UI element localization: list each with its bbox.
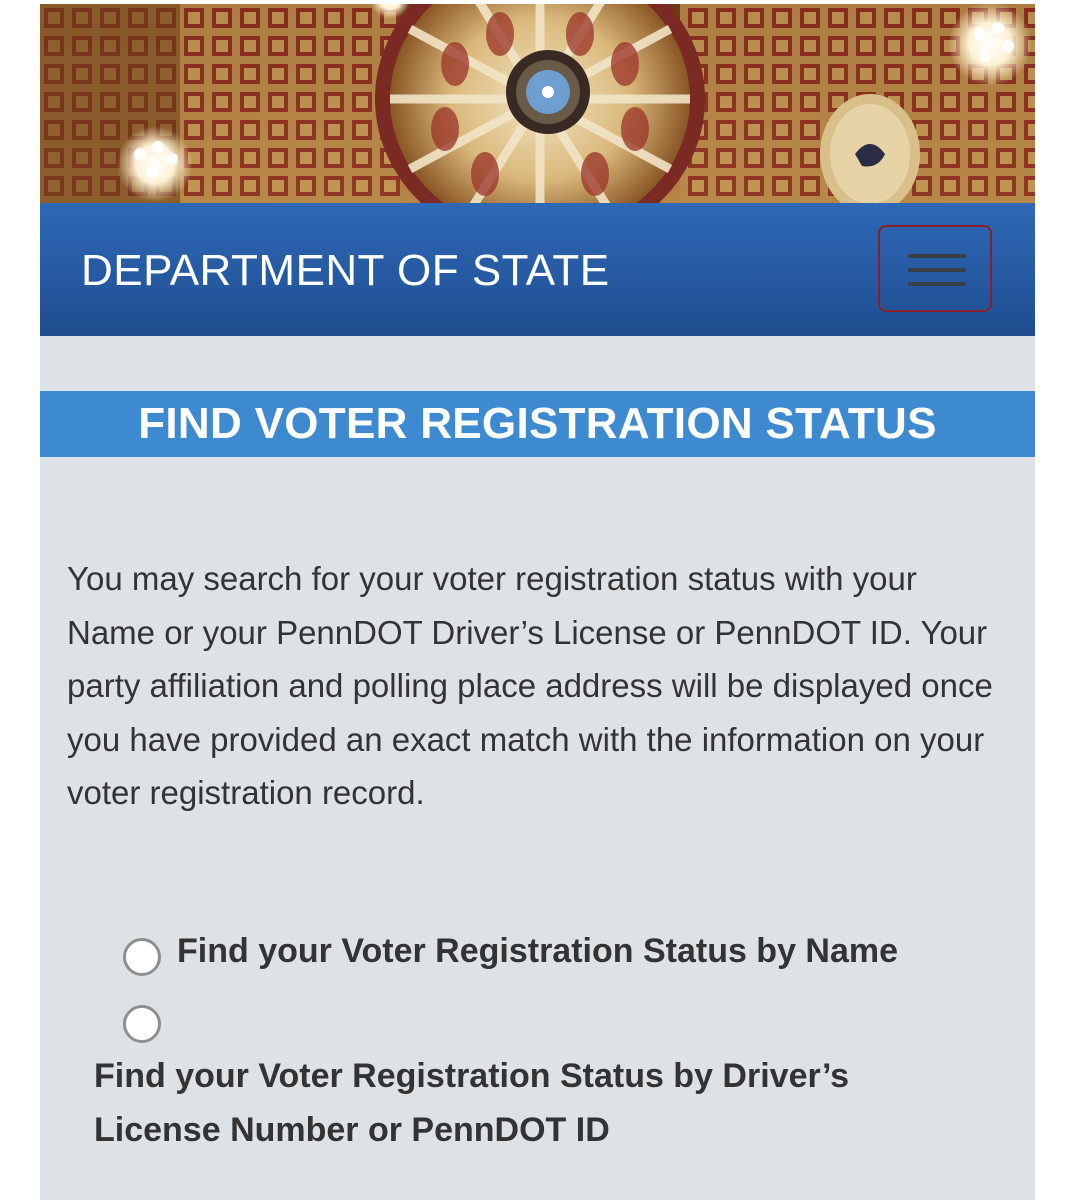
page-container: DEPARTMENT OF STATE FIND VOTER REGISTRAT… — [40, 4, 1035, 1200]
radio-label-search-by-drivers-license[interactable]: Find your Voter Registration Status by D… — [94, 1049, 974, 1157]
site-header: DEPARTMENT OF STATE — [40, 203, 1035, 336]
hamburger-menu-icon-bar — [908, 282, 966, 286]
hamburger-menu-icon — [908, 254, 966, 258]
hamburger-menu-icon-bar — [908, 268, 966, 272]
radio-label-search-by-name[interactable]: Find your Voter Registration Status by N… — [177, 929, 898, 973]
page-title: FIND VOTER REGISTRATION STATUS — [138, 399, 937, 448]
capitol-rotunda-banner-image — [40, 4, 1035, 203]
department-title[interactable]: DEPARTMENT OF STATE — [81, 243, 610, 299]
hamburger-menu-button[interactable] — [878, 225, 992, 312]
radio-search-by-name[interactable] — [123, 938, 161, 976]
search-instructions: You may search for your voter registrati… — [67, 560, 993, 811]
radio-search-by-drivers-license[interactable] — [123, 1005, 161, 1043]
section-title-bar: FIND VOTER REGISTRATION STATUS — [40, 391, 1035, 457]
